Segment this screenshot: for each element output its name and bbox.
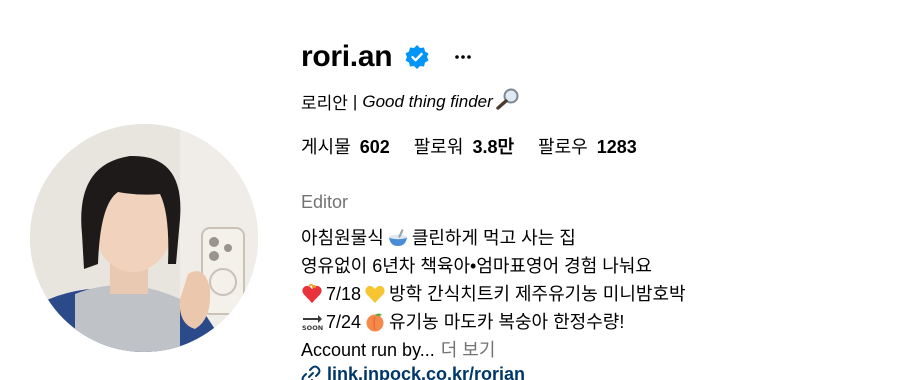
bio-text: 방학 간식치트키 제주유기농 미니밤호박 <box>389 284 686 304</box>
verified-badge-icon <box>404 44 430 70</box>
profile-avatar[interactable] <box>30 124 258 352</box>
following-label: 팔로우 <box>538 137 588 157</box>
more-options-icon <box>455 55 472 59</box>
magnifying-glass-icon <box>495 88 521 115</box>
profile-header-row: rori.an <box>301 36 474 78</box>
display-name: 로리안 <box>301 94 348 113</box>
bio-line-5: Account run by... 더 보기 <box>301 336 686 364</box>
posts-value: 602 <box>359 137 390 157</box>
soon-arrow-icon: SOON <box>301 311 323 333</box>
following-count[interactable]: 팔로우 1283 <box>538 133 637 159</box>
burning-heart-icon <box>301 283 323 305</box>
bio-date: 7/18 <box>326 284 362 304</box>
name-separator: | <box>352 91 358 111</box>
svg-text:SOON: SOON <box>302 324 323 332</box>
posts-count[interactable]: 게시물 602 <box>301 133 390 159</box>
bio-date: 7/24 <box>326 312 362 332</box>
bio-text: 아침원물식 <box>301 228 384 248</box>
bio-text: 영유없이 6년차 책육아•엄마표영어 경험 나눠요 <box>301 256 652 276</box>
profile-bio: 아침원물식 클린하게 먹고 사는 집 영유없이 6년차 책육아•엄마표영어 경험… <box>301 224 686 364</box>
following-value: 1283 <box>596 137 637 157</box>
followers-value: 3.8만 <box>472 137 515 157</box>
bio-text: Account run by... <box>301 340 435 360</box>
more-options-button[interactable] <box>452 46 474 68</box>
followers-count[interactable]: 팔로워 3.8만 <box>414 133 514 159</box>
posts-label: 게시물 <box>301 137 351 157</box>
bio-line-3: 7/18 방학 간식치트키 제주유기농 미니밤호박 <box>301 280 686 308</box>
link-icon <box>301 365 321 380</box>
more-link[interactable]: 더 보기 <box>441 336 496 364</box>
profile-tagline: Good thing finder <box>362 91 493 111</box>
username: rori.an <box>301 40 393 73</box>
followers-label: 팔로워 <box>413 137 464 157</box>
profile-name-line: 로리안 | Good thing finder <box>301 88 521 115</box>
profile-stats: 게시물 602 팔로워 3.8만 팔로우 1283 <box>301 133 661 159</box>
yellow-heart-icon <box>364 283 386 305</box>
bio-line-2: 영유없이 6년차 책육아•엄마표영어 경험 나눠요 <box>301 252 686 280</box>
profile-external-link[interactable]: link.inpock.co.kr/rorian <box>301 364 525 380</box>
bio-text: 클린하게 먹고 사는 집 <box>411 228 576 248</box>
bio-text: 유기농 마도카 복숭아 한정수량! <box>389 312 625 332</box>
bio-line-4: SOON 7/24 유기농 마도카 복숭아 한정수량! <box>301 308 686 336</box>
bowl-icon <box>387 227 409 249</box>
profile-category: Editor <box>301 192 349 212</box>
peach-icon <box>364 311 386 333</box>
bio-line-1: 아침원물식 클린하게 먹고 사는 집 <box>301 224 686 252</box>
profile-page: rori.an 로리안 | Good thing finder 게시물 602 … <box>0 0 900 380</box>
link-text: link.inpock.co.kr/rorian <box>327 364 526 380</box>
